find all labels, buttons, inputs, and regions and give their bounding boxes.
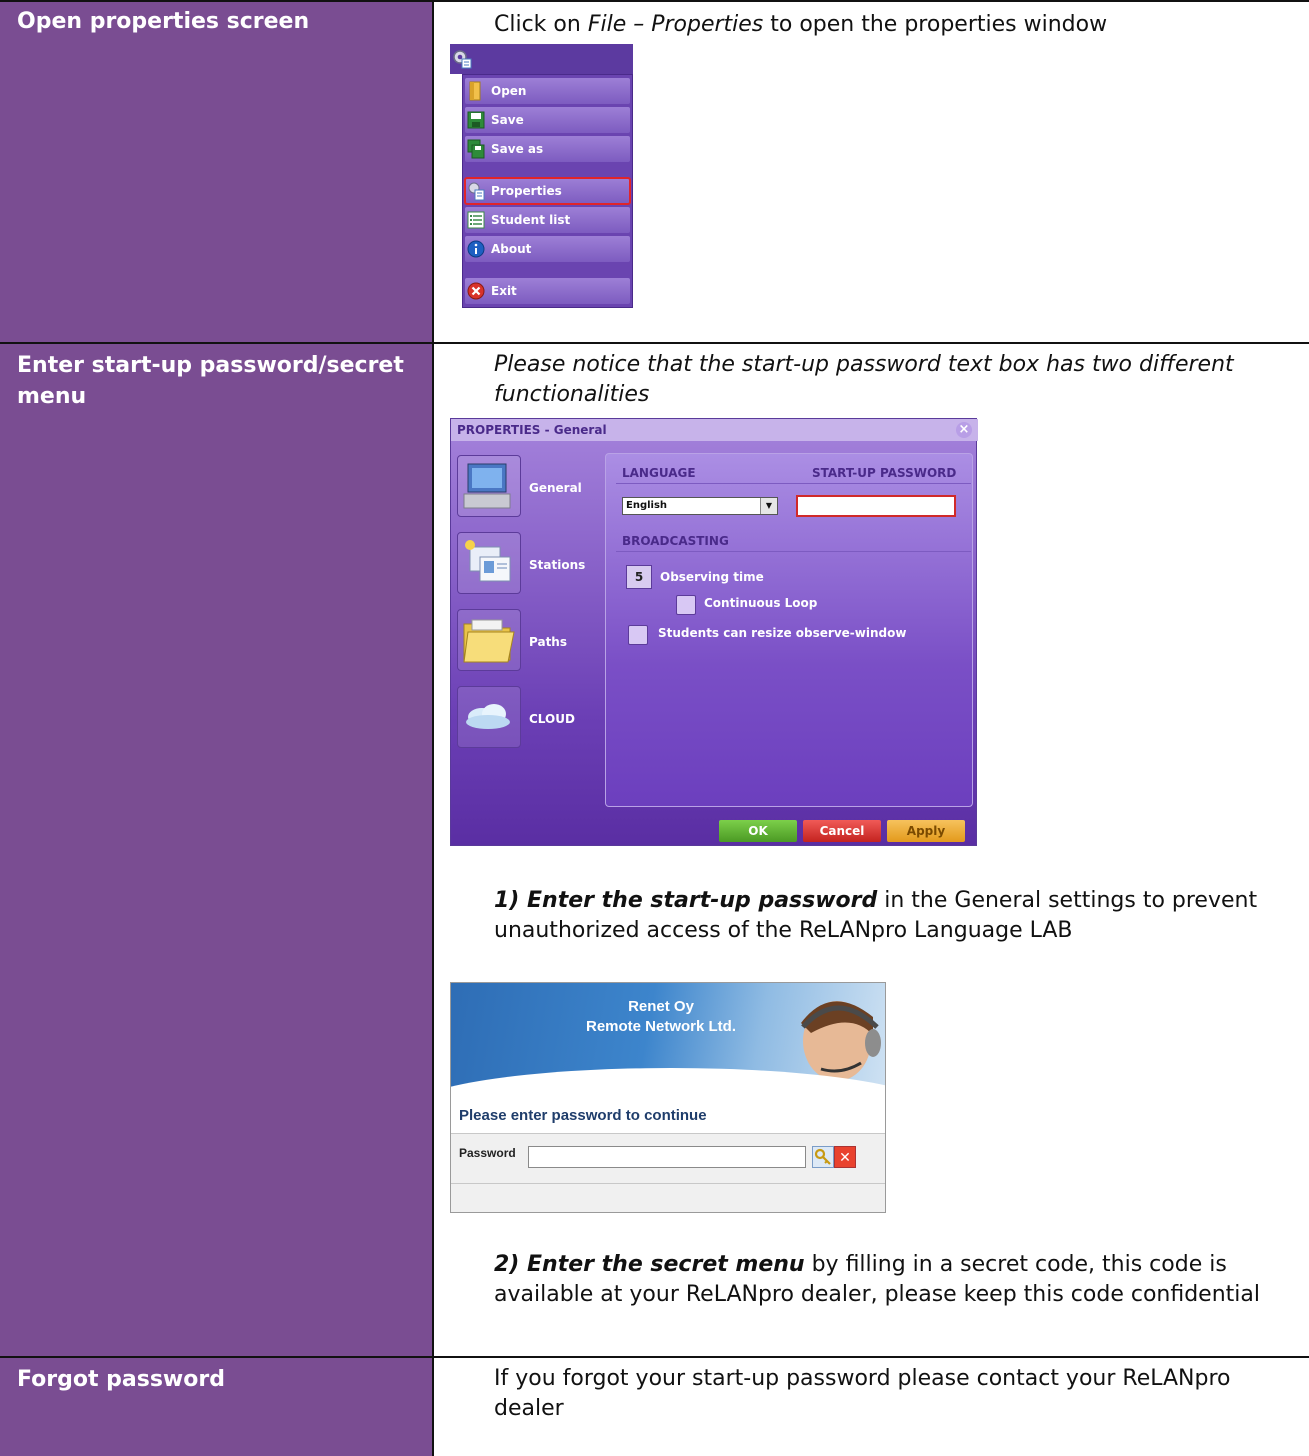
dialog-title-bar: PROPERTIES - General × [451,419,978,441]
password-header: START-UP PASSWORD [812,466,957,480]
language-select[interactable]: English ▼ [622,497,778,515]
password-input[interactable] [528,1146,806,1168]
save-icon [467,111,485,129]
password-form-area [451,1133,885,1212]
language-header: LANGUAGE [622,466,696,480]
chevron-down-icon: ▼ [760,498,777,514]
tab-stations[interactable] [457,532,521,594]
resize-window-label: Students can resize observe-window [658,626,907,640]
tab-cloud[interactable] [457,686,521,748]
menu-item-student-list[interactable]: Student list [465,207,630,233]
close-icon[interactable]: × [956,422,972,438]
computer-icon [463,463,511,509]
row-label-forgot: Forgot password [0,1358,432,1456]
broadcasting-header: BROADCASTING [622,534,729,548]
tab-paths[interactable] [457,609,521,671]
menu-path: File – Properties [587,12,764,37]
company-name: Renet Oy Remote Network Ltd. [585,998,736,1035]
cancel-button[interactable]: Cancel [803,820,881,842]
menu-item-exit[interactable]: Exit [465,278,630,304]
folders-icon [463,619,515,663]
step-two-heading: 2) Enter the secret menu [494,1252,805,1277]
properties-icon [468,182,485,201]
menu-item-properties[interactable]: Properties [464,177,631,205]
tab-paths-label: Paths [529,635,567,649]
divider [616,483,971,484]
stations-icon [465,540,511,582]
save-as-icon [467,139,485,159]
file-menu-button[interactable] [450,44,633,74]
row-label-text: Open properties screen [17,9,310,34]
continuous-loop-label: Continuous Loop [704,596,818,610]
key-button[interactable] [812,1146,834,1168]
ok-button[interactable]: OK [719,820,797,842]
menu-item-save[interactable]: Save [465,107,630,133]
list-icon [467,211,485,229]
table-row-divider [0,1356,1309,1358]
gear-icon [453,50,472,69]
step-two-text: 2) Enter the secret menu by filling in a… [494,1252,1260,1307]
close-icon[interactable]: ✕ [834,1146,856,1168]
startup-password-field[interactable] [796,495,956,517]
password-label: Password [459,1146,516,1160]
properties-dialog: PROPERTIES - General × General Stations … [450,418,978,846]
password-prompt: Please enter password to continue [459,1107,707,1124]
tab-general-label: General [529,481,582,495]
menu-item-open[interactable]: Open [465,78,630,104]
dialog-title: PROPERTIES - General [457,423,607,437]
observing-time-label: Observing time [660,570,764,584]
notice-text: Please notice that the start-up password… [494,352,1234,407]
folder-icon [469,81,481,101]
table-row-divider [0,342,1309,344]
table-border-top [0,0,1309,2]
continuous-loop-checkbox[interactable] [676,595,696,615]
step-one-heading: 1) Enter the start-up password [494,888,878,913]
row-label-text: Forgot password [17,1367,225,1392]
divider [616,551,971,552]
tab-general[interactable] [457,455,521,517]
instruction-text: Click on File – Properties to open the p… [494,12,1108,37]
resize-window-checkbox[interactable] [628,625,648,645]
key-icon [814,1148,831,1165]
row-label-password: Enter start-up password/secret menu [0,344,432,1356]
password-dialog: Renet Oy Remote Network Ltd. Please ente… [450,982,886,1213]
row-label-text: Enter start-up password/secret menu [17,353,404,409]
observing-time-field[interactable]: 5 [626,565,652,589]
file-menu: Open Save Save as Properties Student lis… [450,44,633,308]
cloud-icon [466,704,510,729]
tab-cloud-label: CLOUD [529,712,575,726]
row-label-open-properties: Open properties screen [0,0,432,342]
menu-item-about[interactable]: About [465,236,630,262]
tab-stations-label: Stations [529,558,586,572]
menu-item-save-as[interactable]: Save as [465,136,630,162]
apply-button[interactable]: Apply [887,820,965,842]
divider [451,1183,885,1184]
step-one-text: 1) Enter the start-up password in the Ge… [494,888,1258,943]
info-icon [467,240,485,258]
exit-icon [467,282,485,300]
general-settings-panel: LANGUAGE START-UP PASSWORD English ▼ BRO… [605,453,973,807]
forgot-password-text: If you forgot your start-up password ple… [494,1366,1231,1421]
table-column-divider [432,0,434,1456]
divider [451,1133,885,1134]
file-menu-dropdown: Open Save Save as Properties Student lis… [462,74,633,308]
